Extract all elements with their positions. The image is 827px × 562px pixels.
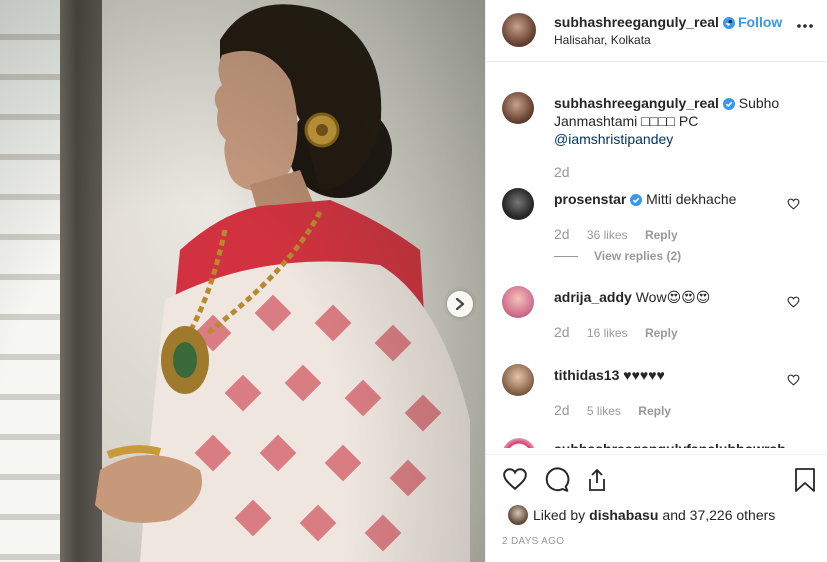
next-photo-button[interactable]: [447, 291, 473, 317]
heart-outline-icon[interactable]: [787, 296, 800, 308]
comment-body: Wow😍😍😍: [635, 289, 711, 305]
post-actions: Liked by dishabasu and 37,226 others 2 D…: [486, 454, 827, 562]
comment-meta: 2d 16 likes Reply: [554, 324, 678, 340]
comment-likes[interactable]: 5 likes: [587, 404, 621, 418]
avatar[interactable]: [502, 188, 534, 220]
comments-list[interactable]: subhashreeganguly_real Subho Janmashtami…: [486, 62, 827, 448]
avatar[interactable]: [502, 286, 534, 318]
divider: [554, 256, 578, 258]
chevron-right-icon: [455, 298, 465, 310]
heart-outline-icon[interactable]: [787, 374, 800, 386]
verified-icon: [722, 98, 735, 110]
view-replies-button[interactable]: View replies (2): [554, 249, 681, 263]
comment-username[interactable]: prosenstar: [554, 191, 626, 207]
post-photo[interactable]: [0, 0, 485, 562]
reply-button[interactable]: Reply: [645, 326, 678, 340]
like-heart-icon[interactable]: [502, 467, 528, 491]
avatar: [508, 505, 528, 525]
caption-mention-link[interactable]: @iamshristipandey: [554, 131, 673, 147]
caption-age[interactable]: 2d: [554, 164, 570, 180]
caption-username[interactable]: subhashreeganguly_real: [554, 95, 719, 111]
heart-outline-icon[interactable]: [787, 198, 800, 210]
avatar[interactable]: [502, 364, 534, 396]
comment-text: tithidas13 ♥♥♥♥♥: [554, 366, 665, 384]
location-link[interactable]: Halisahar, Kolkata: [554, 33, 651, 47]
comment-username[interactable]: adrija_addy: [554, 289, 632, 305]
bookmark-icon[interactable]: [794, 467, 816, 493]
avatar[interactable]: [502, 438, 536, 448]
avatar[interactable]: [502, 13, 536, 47]
follow-separator: •: [728, 14, 733, 29]
caption-text: subhashreeganguly_real Subho Janmashtami…: [554, 94, 790, 148]
header-username[interactable]: subhashreeganguly_real: [554, 14, 735, 30]
photo-vignette: [0, 0, 485, 562]
post-date[interactable]: 2 DAYS AGO: [502, 536, 564, 547]
reply-button[interactable]: Reply: [645, 228, 678, 242]
liked-by-username[interactable]: dishabasu: [589, 507, 658, 523]
comment-text: subhashreegangulyfanclubhowrah: [554, 440, 786, 448]
comment-item: subhashreegangulyfanclubhowrah: [486, 438, 827, 448]
post-header: subhashreeganguly_real • Follow Halisaha…: [486, 0, 827, 62]
share-icon[interactable]: [585, 467, 609, 493]
follow-button[interactable]: Follow: [738, 14, 782, 30]
comment-age[interactable]: 2d: [554, 324, 570, 340]
comment-username[interactable]: subhashreegangulyfanclubhowrah: [554, 441, 786, 448]
caption-meta: 2d: [554, 164, 584, 180]
comment-body: ♥♥♥♥♥: [623, 367, 665, 383]
liked-by-others[interactable]: and 37,226 others: [662, 507, 775, 523]
comment-text: prosenstar Mitti dekhache: [554, 190, 736, 208]
comment-icon[interactable]: [544, 467, 570, 493]
view-replies-label: View replies (2): [594, 249, 682, 263]
post-panel: subhashreeganguly_real • Follow Halisaha…: [485, 0, 827, 562]
comment-item: tithidas13 ♥♥♥♥♥ 2d 5 likes Reply: [486, 362, 827, 426]
avatar[interactable]: [502, 92, 534, 124]
more-options-icon[interactable]: [797, 24, 813, 28]
verified-icon: [630, 194, 643, 206]
comment-age[interactable]: 2d: [554, 226, 570, 242]
comment-text: adrija_addy Wow😍😍😍: [554, 288, 710, 306]
comment-meta: 2d 5 likes Reply: [554, 402, 671, 418]
liked-by[interactable]: Liked by dishabasu and 37,226 others: [508, 505, 775, 525]
comment-age[interactable]: 2d: [554, 402, 570, 418]
comment-likes[interactable]: 16 likes: [587, 326, 628, 340]
comment-meta: 2d 36 likes Reply: [554, 226, 678, 242]
reply-button[interactable]: Reply: [638, 404, 671, 418]
username-text: subhashreeganguly_real: [554, 14, 719, 30]
comment-body: Mitti dekhache: [646, 191, 737, 207]
comment-likes[interactable]: 36 likes: [587, 228, 628, 242]
comment-item: prosenstar Mitti dekhache 2d 36 likes Re…: [486, 186, 827, 266]
comment-username[interactable]: tithidas13: [554, 367, 619, 383]
comment-item: adrija_addy Wow😍😍😍 2d 16 likes Reply: [486, 284, 827, 348]
liked-by-prefix: Liked by: [533, 507, 586, 523]
